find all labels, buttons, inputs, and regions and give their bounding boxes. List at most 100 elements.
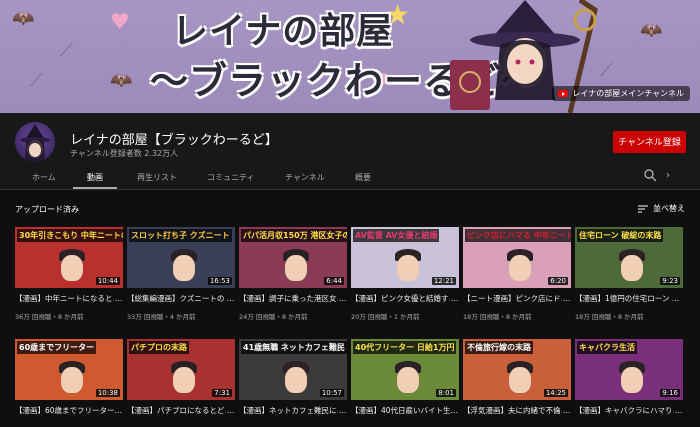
bat-icon: 🦇 [640,20,663,41]
video-duration: 10:57 [319,389,344,397]
video-thumbnail[interactable]: 住宅ローン 破綻の末路 9:23 [575,227,683,288]
video-duration: 6:20 [548,277,568,285]
video-card[interactable]: ピンク店にハマる 中年ニートの末路 6:20 【ニート漫画】ピンク店にド ハマりした… [463,227,571,327]
character-face [61,255,83,281]
thumbnail-caption: パパ活月収150万 港区女子の末路 [241,229,347,242]
sort-button[interactable]: 並べ替え [638,203,685,214]
video-thumbnail[interactable]: AV監督 AV女優と結婚 12:21 [351,227,459,288]
tab-about[interactable]: 概要 [355,172,371,183]
sort-icon [638,205,648,212]
video-meta: 24万 回視聴・8 か月前 [239,313,308,321]
channel-tabs [0,163,700,190]
video-card[interactable]: AV監督 AV女優と結婚 12:21 【漫画】ピンク女優と結婚す るとどうなるのか？… [351,227,459,327]
video-thumbnail[interactable]: キャバクラ生活 9:16 [575,339,683,400]
video-thumbnail[interactable]: 41歳無職 ネットカフェ難民 10:57 [239,339,347,400]
video-duration: 7:31 [212,389,232,397]
video-title[interactable]: 【漫画】パチプロになるとど うなるのか？年収1000万を… [127,406,235,416]
thumbnail-caption: 40代フリーター 日給1万円 [353,341,457,354]
video-card[interactable]: スロット打ち子 クズニート 16:53 【総集編漫画】クズニートの 末路【スロット打… [127,227,235,327]
tab-home[interactable]: ホーム [32,172,56,183]
video-title[interactable]: 【漫画】40代日雇いバイト生 活の男。中年フリーターの… [351,406,459,416]
tab-videos[interactable]: 動画 [87,172,103,183]
video-thumbnail[interactable]: 30年引きこもり 中年ニートの末路 10:44 [15,227,123,288]
video-thumbnail[interactable]: 40代フリーター 日給1万円 8:01 [351,339,459,400]
thumbnail-caption: 住宅ローン 破綻の末路 [577,229,664,242]
video-duration: 8:01 [436,389,456,397]
bat-icon: 🦇 [12,8,35,29]
video-card[interactable]: パパ活月収150万 港区女子の末路 6:44 【漫画】調子に乗った港区女 子の末路。… [239,227,347,327]
video-meta: 18万 回視聴・8 か月前 [463,313,532,321]
chevron-right-icon[interactable]: › [666,170,670,181]
tab-community[interactable]: コミュニティ [207,172,255,183]
character-face [173,367,195,393]
video-thumbnail[interactable]: ピンク店にハマる 中年ニートの末路 6:20 [463,227,571,288]
video-duration: 9:23 [660,277,680,285]
subscriber-count: チャンネル登録者数 2.32万人 [70,149,179,158]
video-card[interactable]: 住宅ローン 破綻の末路 9:23 【漫画】1億円の住宅ローン の闇に溺れ破綻した男の… [575,227,683,327]
video-thumbnail[interactable]: 不倫旅行嫁の末路 14:25 [463,339,571,400]
video-duration: 16:53 [207,277,232,285]
character-face [285,367,307,393]
thumbnail-caption: AV監督 AV女優と結婚 [353,229,440,242]
tab-playlists[interactable]: 再生リスト [137,172,177,183]
thumbnail-caption: 41歳無職 ネットカフェ難民 [241,341,347,354]
video-title[interactable]: 【漫画】中年ニートになると どうなる？41歳無職大人引… [15,294,123,304]
thumbnail-caption: ピンク店にハマる 中年ニートの末路 [465,229,571,242]
video-duration: 12:21 [431,277,456,285]
video-title[interactable]: 【総集編漫画】クズニートの 末路【スロット打ち子】【… [127,294,235,304]
channel-name: レイナの部屋【ブラックわーるど】 [70,133,278,148]
video-duration: 9:16 [660,389,680,397]
subscribe-button[interactable]: チャンネル登録 [613,131,686,153]
thumbnail-caption: キャバクラ生活 [577,341,637,354]
section-title: アップロード済み [15,205,79,214]
broom-icon: ⟋ [60,40,73,61]
video-card[interactable]: 30年引きこもり 中年ニートの末路 10:44 【漫画】中年ニートになると どうなる… [15,227,123,327]
banner-link-label: レイナの部屋メインチャンネル [572,89,684,98]
video-duration: 14:25 [543,389,568,397]
video-card[interactable]: キャバクラ生活 9:16 【漫画】キャバクラにハマり すぎるとどうなるのか？… [575,339,683,427]
thumbnail-caption: 60歳までフリーター [17,341,97,354]
heart-icon: ♥ [110,10,130,35]
channel-banner: 🦇 ⟋ 🦇 ⟋ ♥ ♥ ★ 🦇 ⟋ レイナの部屋 〜ブラックわーるど〜 レイナの… [0,0,700,113]
character-face [173,255,195,281]
video-duration: 6:44 [324,277,344,285]
video-title[interactable]: 【漫画】調子に乗った港区女 子の末路。高単価おじさん… [239,294,347,304]
video-card[interactable]: 41歳無職 ネットカフェ難民 10:57 【漫画】ネットカフェ難民に なった40代中… [239,339,347,427]
youtube-icon [558,90,569,97]
video-card[interactable]: パチプロの末路 7:31 【漫画】パチプロになるとど うなるのか？年収1000万を… [127,339,235,427]
tab-channels[interactable]: チャンネル [285,172,325,183]
video-title[interactable]: 【漫画】ネットカフェ難民に なった40代中年ニートの末… [239,406,347,416]
video-thumbnail[interactable]: パチプロの末路 7:31 [127,339,235,400]
video-title[interactable]: 【漫画】60歳までフリーター の人。非正規雇用スキル… [15,406,123,416]
video-title[interactable]: 【漫画】1億円の住宅ローン の闇に溺れ破綻した男の末… [575,294,683,304]
video-title[interactable]: 【漫画】キャバクラにハマり すぎるとどうなるのか？… [575,406,683,416]
video-title[interactable]: 【漫画】ピンク女優と結婚す るとどうなるのか？H依存… [351,294,459,304]
video-thumbnail[interactable]: 60歳までフリーター 10:38 [15,339,123,400]
video-duration: 10:38 [95,389,120,397]
thumbnail-caption: 不倫旅行嫁の末路 [465,341,533,354]
avatar-image [20,124,50,162]
video-meta: 36万 回視聴・8 か月前 [15,313,84,321]
video-title[interactable]: 【ニート漫画】ピンク店にド ハマりした中年ニートの末… [463,294,571,304]
video-meta: 33万 回視聴・4 か月前 [127,313,196,321]
video-title[interactable]: 【浮気漫画】夫に内緒で不倫 旅行を繰り返す汚嫁の末路… [463,406,571,416]
character-face [397,255,419,281]
video-thumbnail[interactable]: スロット打ち子 クズニート 16:53 [127,227,235,288]
banner-link[interactable]: レイナの部屋メインチャンネル [552,86,690,101]
video-card[interactable]: 不倫旅行嫁の末路 14:25 【浮気漫画】夫に内緒で不倫 旅行を繰り返す汚嫁の末路… [463,339,571,427]
thumbnail-caption: パチプロの末路 [129,341,189,354]
character-face [621,367,643,393]
video-card[interactable]: 40代フリーター 日給1万円 8:01 【漫画】40代日雇いバイト生 活の男。中年フ… [351,339,459,427]
video-card[interactable]: 60歳までフリーター 10:38 【漫画】60歳までフリーター の人。非正規雇用スキ… [15,339,123,427]
video-meta: 20万 回視聴・1 か月前 [351,313,420,321]
banner-title-line1: レイナの部屋 [172,11,394,52]
character-face [61,367,83,393]
active-tab-indicator [73,187,117,189]
character-face [509,255,531,281]
video-meta: 18万 回視聴・8 か月前 [575,313,644,321]
channel-avatar[interactable] [15,122,55,162]
character-face [397,367,419,393]
broom-icon: ⟋ [30,70,43,91]
video-thumbnail[interactable]: パパ活月収150万 港区女子の末路 6:44 [239,227,347,288]
search-icon[interactable] [643,168,657,182]
